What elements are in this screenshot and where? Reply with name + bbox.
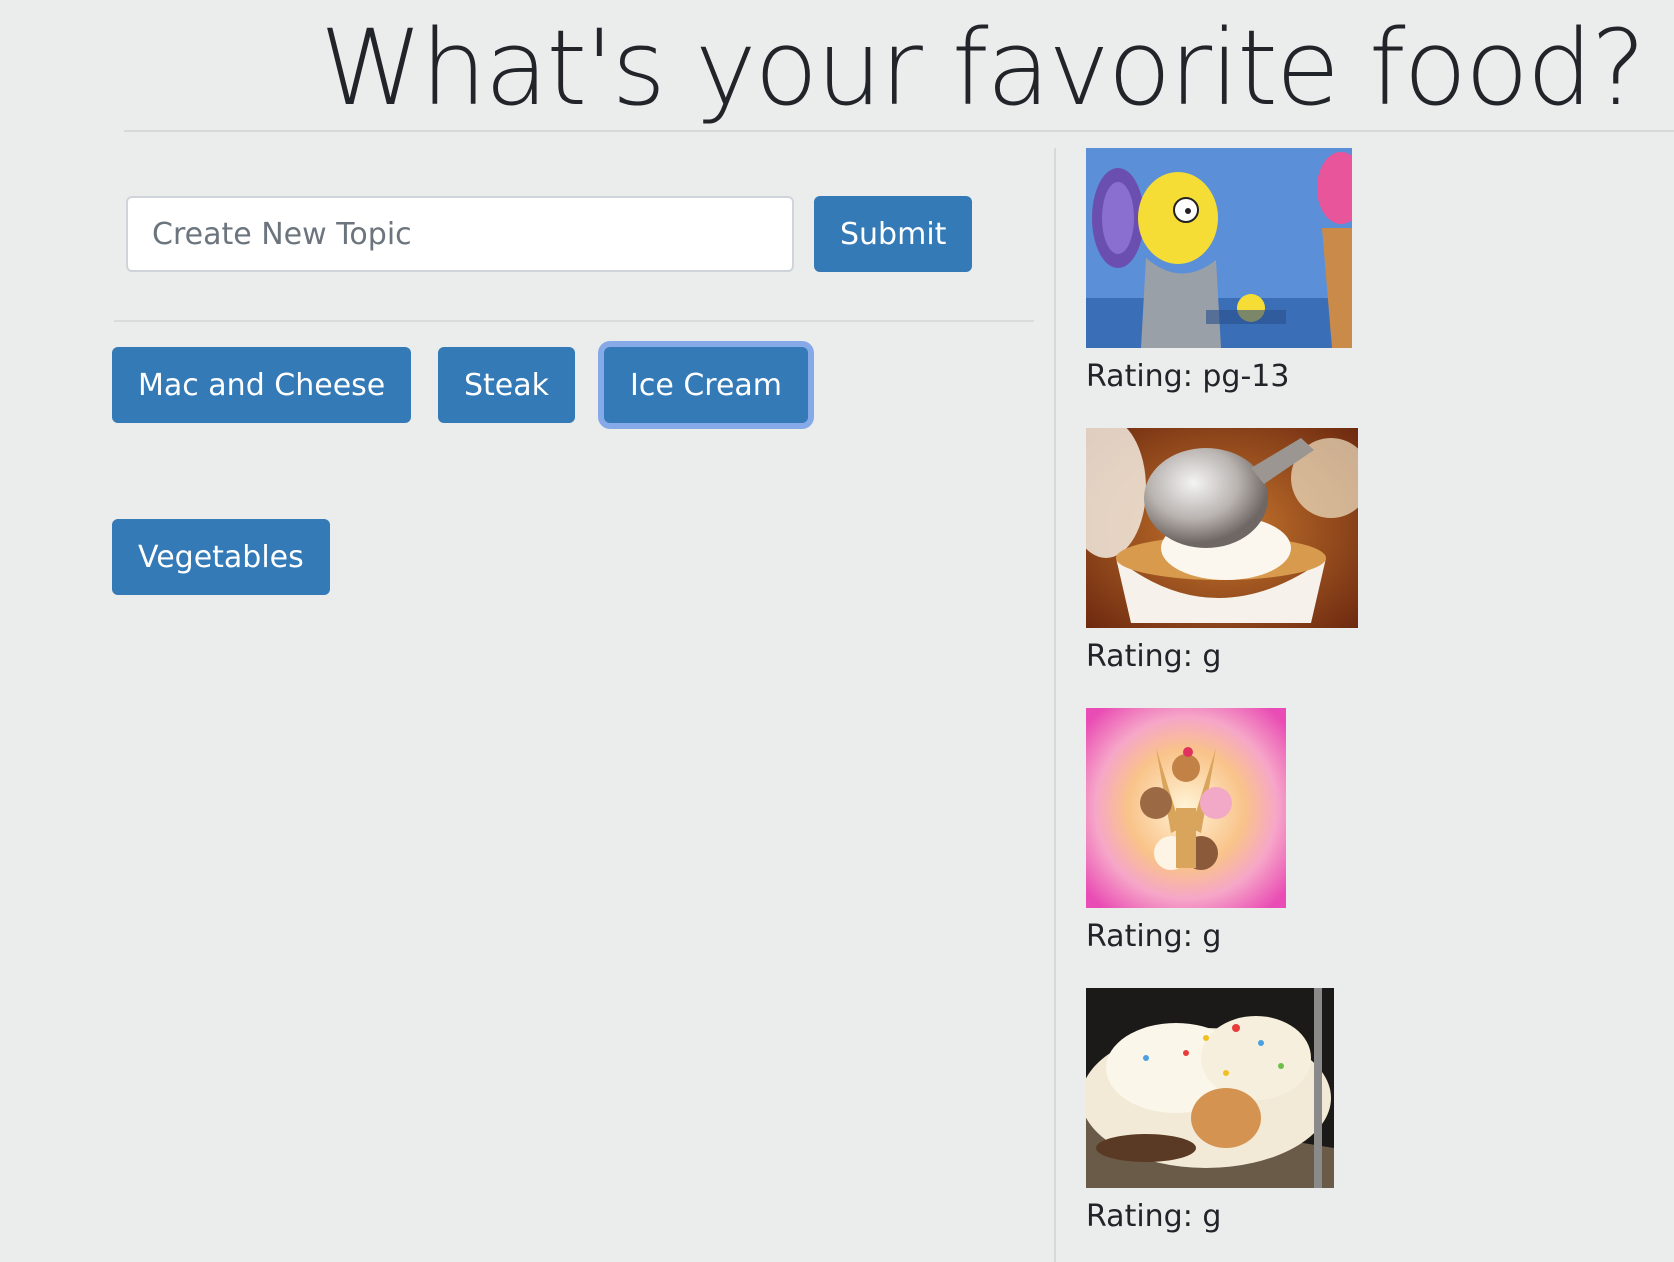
gif-card: Rating: g <box>1086 428 1358 672</box>
gif-card: Rating: g <box>1086 988 1334 1232</box>
new-topic-input[interactable] <box>126 196 794 272</box>
topic-button-vegetables[interactable]: Vegetables <box>112 519 330 595</box>
gif-rating: Rating: pg-13 <box>1086 359 1290 394</box>
gif-image[interactable] <box>1086 708 1286 908</box>
topic-button-ice-cream[interactable]: Ice Cream <box>604 347 809 423</box>
column-divider <box>1054 148 1056 1262</box>
gif-rating: Rating: g <box>1086 1199 1222 1234</box>
topic-button-steak[interactable]: Steak <box>438 347 576 423</box>
gif-rating: Rating: g <box>1086 639 1222 674</box>
gif-image[interactable] <box>1086 148 1352 348</box>
submit-button[interactable]: Submit <box>814 196 973 272</box>
form-divider <box>114 320 1034 322</box>
gif-card: Rating: pg-13 <box>1086 148 1352 392</box>
page-title: What's your favorite food? <box>319 7 1646 129</box>
gif-rating: Rating: g <box>1086 919 1222 954</box>
gif-card: Rating: g <box>1086 708 1286 952</box>
topic-button-mac-and-cheese[interactable]: Mac and Cheese <box>112 347 412 423</box>
topic-panel: Submit Mac and Cheese Steak Ice Cream Ve… <box>0 132 1054 1262</box>
gif-image[interactable] <box>1086 988 1334 1188</box>
gif-image[interactable] <box>1086 428 1358 628</box>
new-topic-form: Submit <box>126 196 973 272</box>
